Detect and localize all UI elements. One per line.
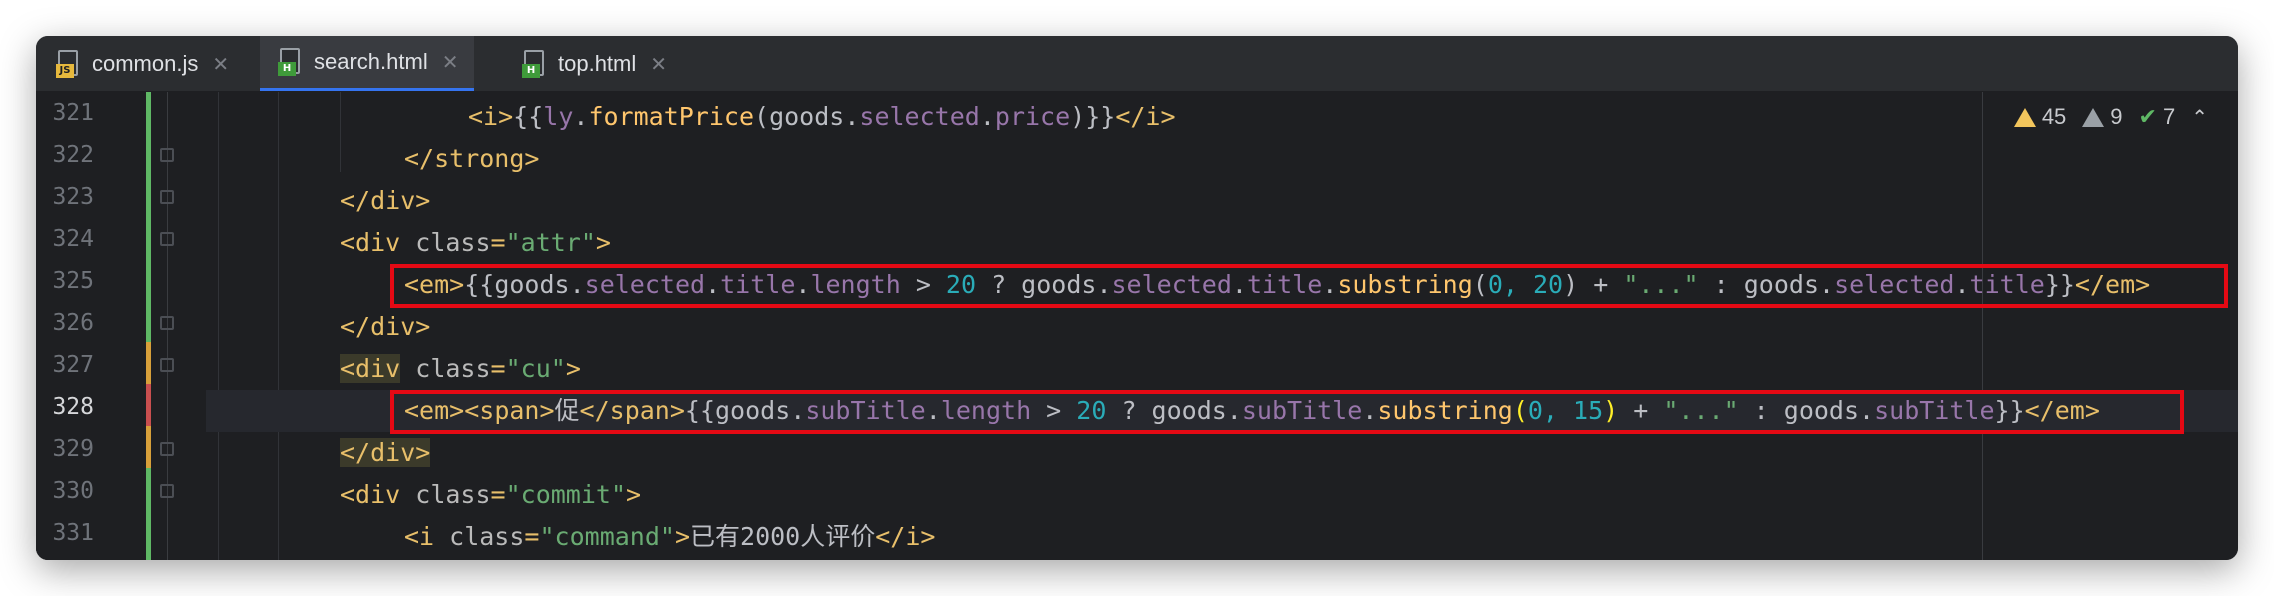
fold-end-icon[interactable]	[160, 148, 174, 162]
code-line-329[interactable]: </div>	[206, 432, 2238, 474]
tab-label: search.html	[314, 49, 428, 74]
code-area[interactable]: <i>{{ly.formatPrice(goods.selected.price…	[206, 92, 2238, 560]
code-line-330[interactable]: <div class="commit">	[206, 474, 2238, 516]
tab-label: top.html	[558, 50, 637, 76]
close-icon[interactable]: ✕	[212, 52, 229, 76]
code-line-331[interactable]: <i class="command">已有2000人评价</i>	[206, 516, 2238, 558]
fold-start-icon[interactable]	[160, 232, 174, 246]
fold-start-icon[interactable]	[160, 358, 174, 372]
js-file-icon: JS	[56, 49, 80, 78]
code-line-326[interactable]: </div>	[206, 306, 2238, 348]
vcs-added-marker[interactable]	[146, 92, 151, 342]
close-icon[interactable]: ✕	[442, 50, 459, 74]
line-number-gutter: 321 322 323 324 325 326 327 328 329 330 …	[36, 92, 206, 560]
chevron-up-icon[interactable]: ⌃	[2191, 105, 2208, 129]
line-number: 330	[52, 478, 94, 504]
tab-label: common.js	[92, 50, 199, 76]
vcs-added-marker[interactable]	[146, 468, 151, 560]
line-number: 331	[52, 520, 94, 546]
line-number: 329	[52, 436, 94, 462]
highlight-box-line-328	[390, 390, 2184, 434]
ide-window: JS common.js ✕ H search.html ✕ H top.htm…	[36, 36, 2238, 560]
editor-tab-bar: JS common.js ✕ H search.html ✕ H top.htm…	[36, 36, 2238, 92]
weak-warning-icon	[2082, 107, 2105, 127]
fold-end-icon[interactable]	[160, 316, 174, 330]
line-number: 321	[52, 100, 94, 126]
tab-search-html[interactable]: H search.html ✕	[260, 36, 475, 91]
line-number: 322	[52, 142, 94, 168]
ok-indicator[interactable]: ✔ 7	[2139, 104, 2176, 130]
line-number: 325	[52, 268, 94, 294]
check-icon: ✔	[2138, 104, 2157, 130]
fold-start-icon[interactable]	[160, 484, 174, 498]
vcs-modified-marker[interactable]	[146, 426, 151, 468]
highlight-box-line-325	[390, 264, 2228, 308]
line-number: 323	[52, 184, 94, 210]
line-number: 324	[52, 226, 94, 252]
fold-end-icon[interactable]	[160, 190, 174, 204]
tab-common-js[interactable]: JS common.js ✕	[36, 36, 245, 91]
code-line-322[interactable]: </strong>	[206, 138, 2238, 180]
html-file-icon: H	[522, 49, 546, 78]
line-number-current: 328	[52, 394, 94, 420]
fold-end-icon[interactable]	[160, 442, 174, 456]
warning-icon	[2013, 107, 2036, 127]
line-number: 327	[52, 352, 94, 378]
vcs-modified-marker[interactable]	[146, 342, 151, 384]
code-line-327[interactable]: <div class="cu">	[206, 348, 2238, 390]
code-line-324[interactable]: <div class="attr">	[206, 222, 2238, 264]
warnings-indicator[interactable]: 45	[2013, 104, 2066, 130]
weak-warnings-indicator[interactable]: 9	[2082, 104, 2123, 130]
code-editor[interactable]: 321 322 323 324 325 326 327 328 329 330 …	[36, 92, 2238, 560]
html-file-icon: H	[278, 48, 302, 76]
tab-top-html[interactable]: H top.html ✕	[504, 36, 683, 91]
line-number: 326	[52, 310, 94, 336]
code-line-323[interactable]: </div>	[206, 180, 2238, 222]
close-icon[interactable]: ✕	[650, 52, 667, 76]
inspection-widget[interactable]: 45 9 ✔ 7 ⌃	[2013, 104, 2208, 130]
vcs-error-marker[interactable]	[146, 384, 151, 426]
code-line-321[interactable]: <i>{{ly.formatPrice(goods.selected.price…	[206, 96, 2238, 138]
